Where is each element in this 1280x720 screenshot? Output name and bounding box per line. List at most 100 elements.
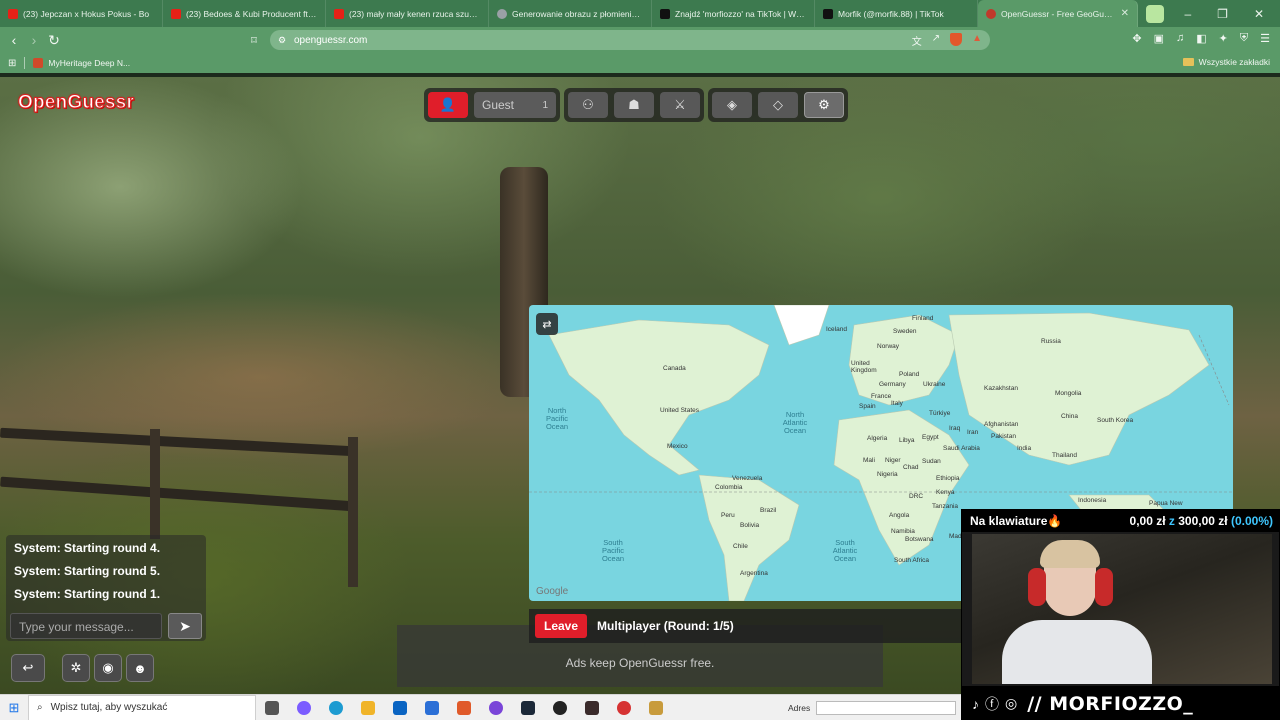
menu-icon[interactable]: ☰ [1260, 32, 1270, 45]
browser-tab[interactable]: (23) Jepczan x Hokus Pokus - Bo [0, 0, 163, 27]
party-button[interactable]: ☗ [614, 92, 654, 118]
wallet-icon[interactable]: ▣ [1154, 32, 1164, 45]
file-explorer-icon[interactable] [361, 700, 375, 715]
windows-start-icon[interactable]: ⊞ [0, 700, 28, 716]
url-bar[interactable]: ⚙ openguessr.com 文 ↗ ▲ [270, 30, 990, 50]
layers-icon: ◈ [727, 97, 737, 112]
player-profile-button[interactable]: 👤 [428, 92, 468, 118]
settings-button[interactable]: ⚙ [804, 92, 844, 118]
browser-tab[interactable]: Znajdź 'morfiozzo' na TikTok | Wysz [652, 0, 815, 27]
map-label: Sudan [922, 458, 941, 465]
outlook-icon[interactable] [393, 700, 407, 715]
map-label: Spain [859, 403, 876, 410]
map-label: Canada [663, 365, 686, 372]
map-label: Ethiopia [936, 475, 960, 482]
tiktok-icon: ♪ [972, 695, 979, 712]
store-icon[interactable] [425, 700, 439, 715]
brave-shield-icon[interactable] [950, 33, 963, 46]
map-label: South Korea [1097, 417, 1134, 424]
maximize-icon[interactable]: ❐ [1217, 7, 1228, 21]
map-label: Iraq [949, 425, 961, 432]
forward-icon[interactable]: › [24, 32, 44, 48]
youtube-icon [171, 8, 181, 19]
copilot-icon[interactable] [297, 700, 311, 715]
reddit-button[interactable]: ☻ [126, 654, 154, 682]
map-label: Niger [885, 457, 901, 464]
map-label: Egypt [922, 434, 939, 441]
steam-icon[interactable] [521, 700, 535, 715]
discord-button[interactable]: ◉ [94, 654, 122, 682]
messenger-icon[interactable] [489, 700, 503, 715]
map-label: Nigeria [877, 471, 898, 478]
youtube-icon [8, 8, 18, 19]
map-label: Thailand [1052, 452, 1077, 459]
all-bookmarks-button[interactable]: Wszystkie zakładki [1182, 57, 1270, 67]
return-arrow-icon: ↩ [22, 660, 34, 675]
map-label: Botswana [905, 536, 934, 543]
openguessr-logo[interactable]: OpenGuessr [17, 92, 134, 114]
map-size-toggle[interactable]: ⇄ [536, 313, 558, 335]
omnibox-icons: 文 ↗ ▲ [912, 33, 982, 48]
folder-icon [1182, 58, 1194, 66]
layers-button[interactable]: ◈ [712, 92, 752, 118]
anime-app-icon[interactable] [585, 700, 599, 715]
leo-icon[interactable]: ✦ [1219, 32, 1228, 45]
taskbar-search[interactable]: ⌕ Wpisz tutaj, aby wyszukać [28, 694, 256, 720]
browser-tab[interactable]: (23) Bedoes & Kubi Producent ft. Ko [163, 0, 326, 27]
app-icon[interactable] [617, 700, 631, 715]
bookmark-icon[interactable]: ⌑ [244, 34, 264, 47]
social-handle-bar: ♪ ⓕ ◎ // MORFIOZZO_ [962, 686, 1280, 720]
map-label: India [1017, 445, 1032, 452]
new-tab-button[interactable] [1146, 4, 1164, 23]
browser-tab[interactable]: Morfik (@morfik.88) | TikTok [815, 0, 978, 27]
vpn-icon[interactable]: ⛨ [1240, 32, 1248, 45]
reload-icon[interactable]: ↻ [44, 32, 64, 49]
players-button[interactable]: ⚇ [568, 92, 608, 118]
address-input[interactable] [816, 701, 957, 715]
return-button[interactable]: ↩ [11, 654, 45, 682]
browser-toolbar: ‹ › ↻ ⌑ ⚙ openguessr.com 文 ↗ ▲ ✥ ▣ ♫ ◧ ✦… [0, 27, 1280, 53]
edge-icon[interactable] [329, 700, 343, 715]
send-message-button[interactable]: ➤ [168, 613, 202, 639]
donation-goal-bar: Na klawiature🔥 0,00 zł z 300,00 zł (0.00… [962, 510, 1280, 532]
chat-input[interactable]: Type your message... [10, 613, 162, 639]
maps-button[interactable]: ◇ [758, 92, 798, 118]
windows-taskbar: ⊞ ⌕ Wpisz tutaj, aby wyszukać Adres [0, 694, 961, 720]
battle-button[interactable]: ⚔ [660, 92, 700, 118]
browser-tab[interactable]: (23) mały mały kenen rzuca szuriken [326, 0, 489, 27]
obs-icon[interactable] [553, 700, 567, 715]
brave-rewards-icon[interactable]: ▲ [972, 33, 982, 48]
fence-rail [0, 427, 356, 457]
google-attribution: Google [536, 586, 569, 597]
map-label: Libya [899, 437, 915, 444]
chat-message: System: Starting round 5. [14, 564, 161, 578]
league-icon[interactable] [649, 700, 663, 715]
donation-progress: 0,00 zł z 300,00 zł (0.00%) [1129, 514, 1273, 528]
apps-icon[interactable]: ⊞ [8, 58, 16, 69]
extensions-icon[interactable]: ✥ [1132, 32, 1141, 45]
music-icon[interactable]: ♫ [1176, 32, 1184, 45]
sidebar-icon[interactable]: ◧ [1196, 32, 1206, 45]
browser-tab[interactable]: Generowanie obrazu z płomieniem [489, 0, 652, 27]
globe-icon [497, 8, 507, 19]
user-icon: 👤 [439, 97, 457, 112]
site-info-icon[interactable]: ⚙ [278, 35, 286, 46]
close-tab-icon[interactable]: ✕ [1121, 8, 1129, 19]
leave-button[interactable]: Leave [535, 614, 588, 638]
minimize-icon[interactable]: – [1184, 7, 1191, 21]
map-label: Mexico [667, 443, 688, 450]
back-icon[interactable]: ‹ [4, 32, 24, 48]
share-icon[interactable]: ↗ [932, 33, 940, 48]
social-handle: // MORFIOZZO_ [1027, 692, 1194, 715]
report-bug-button[interactable]: ✲ [62, 654, 90, 682]
brave-icon[interactable] [457, 700, 471, 715]
map-label: Sweden [893, 328, 917, 335]
sliders-icon: ⇄ [542, 318, 552, 331]
bookmark-myheritage[interactable]: MyHeritage Deep N... [33, 58, 130, 68]
browser-tab-active[interactable]: OpenGuessr - Free GeoGuessr A ✕ [978, 0, 1138, 27]
close-window-icon[interactable]: ✕ [1254, 7, 1264, 21]
translate-icon[interactable]: 文 [912, 33, 922, 48]
map-label: Venezuela [732, 475, 763, 482]
task-view-icon[interactable] [265, 700, 279, 715]
stack-icon: ◇ [773, 97, 783, 112]
